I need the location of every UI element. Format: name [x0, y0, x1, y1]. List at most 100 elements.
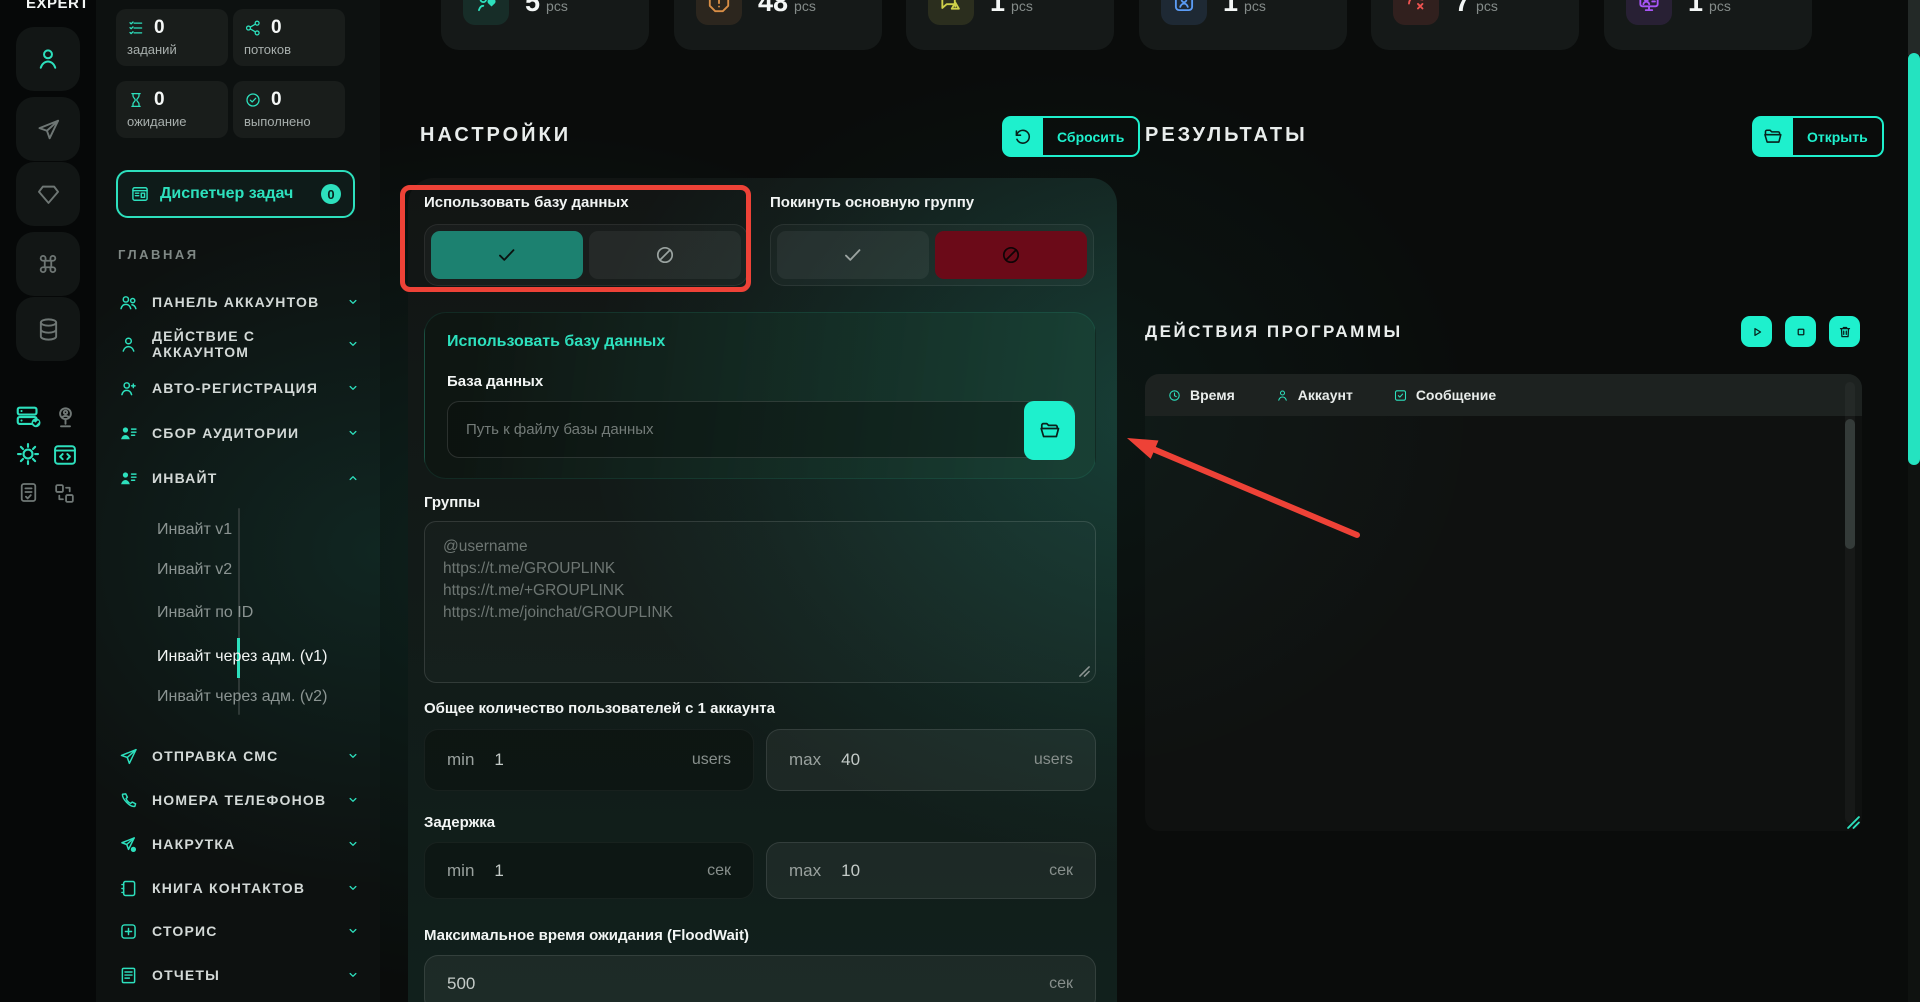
- stat-label: потоков: [244, 42, 334, 57]
- account-heart-icon: [463, 0, 509, 25]
- submenu-invite-admin-v2[interactable]: Инвайт через адм. (v2): [157, 685, 357, 709]
- page-scrollbar-track-top: [1908, 0, 1920, 55]
- sidebar-item-reports[interactable]: ОТЧЕТЫ: [118, 961, 362, 989]
- stat-card: 7pcs: [1371, 0, 1579, 50]
- page-scrollbar-thumb[interactable]: [1908, 53, 1920, 465]
- resize-grip-icon[interactable]: [1079, 666, 1090, 677]
- stat-value: 0: [271, 89, 282, 111]
- min-value: 1: [494, 861, 503, 881]
- table-resize-grip-icon[interactable]: [1847, 816, 1860, 829]
- send-sms-icon: [118, 746, 139, 767]
- sidebar-item-contact-book[interactable]: КНИГА КОНТАКТОВ: [118, 874, 362, 902]
- swap-boxes-icon[interactable]: [52, 481, 77, 506]
- max-prefix: max: [789, 861, 821, 881]
- stat-card: 1pcs: [1604, 0, 1812, 50]
- toggle-leave-group: [770, 224, 1094, 286]
- sidebar-item-audience[interactable]: СБОР АУДИТОРИИ: [118, 419, 362, 447]
- server-check-icon[interactable]: [14, 402, 44, 432]
- users-min-input[interactable]: min 1 users: [424, 729, 754, 791]
- log-scrollbar-thumb[interactable]: [1845, 419, 1855, 549]
- icon-rail: EXPERT: [0, 0, 96, 1002]
- database-path-input[interactable]: Путь к файлу базы данных: [447, 401, 1075, 458]
- accounts-panel-icon: [118, 292, 139, 313]
- code-window-icon[interactable]: [51, 441, 79, 469]
- min-prefix: min: [447, 750, 474, 770]
- toggle-leave-no-button[interactable]: [935, 231, 1087, 279]
- rail-premium-button[interactable]: [16, 162, 80, 226]
- delay-max-input[interactable]: max 10 сек: [766, 842, 1096, 899]
- sidebar-item-stories[interactable]: СТОРИС: [118, 917, 362, 945]
- stop-button[interactable]: [1785, 316, 1816, 347]
- auto-registration-icon: [118, 378, 139, 399]
- waiting-hourglass-icon: [127, 91, 145, 109]
- column-time[interactable]: Время: [1167, 387, 1235, 403]
- database-field-label: База данных: [447, 373, 543, 390]
- app-window: EXPERT: [0, 0, 1920, 1002]
- submenu-invite-by-id[interactable]: Инвайт по ID: [157, 601, 357, 625]
- sidebar-item-phone-numbers[interactable]: НОМЕРА ТЕЛЕФОНОВ: [118, 786, 362, 814]
- groups-textarea[interactable]: @username https://t.me/GROUPLINK https:/…: [424, 521, 1096, 683]
- browse-file-button[interactable]: [1024, 401, 1075, 460]
- sidebar-item-send-sms[interactable]: ОТПРАВКА СМС: [118, 742, 362, 770]
- annotation-red-rectangle: [400, 185, 751, 292]
- sidebar-item-boost[interactable]: НАКРУТКА: [118, 830, 362, 858]
- column-label: Сообщение: [1416, 387, 1496, 403]
- unit-suffix: сек: [707, 862, 731, 880]
- toggle-leave-yes-button[interactable]: [777, 231, 929, 279]
- unit-suffix: users: [692, 751, 731, 769]
- sidebar-item-label: ОТПРАВКА СМС: [152, 748, 278, 764]
- floodwait-label: Максимальное время ожидания (FloodWait): [424, 927, 749, 944]
- task-manager-button[interactable]: Диспетчер задач 0: [116, 170, 355, 218]
- stories-icon: [118, 921, 139, 942]
- stat-card-unit: pcs: [1709, 0, 1731, 14]
- groups-placeholder-line: https://t.me/+GROUPLINK: [443, 580, 1077, 602]
- chevron-down-icon: [344, 791, 362, 809]
- threads-share-icon: [244, 19, 262, 37]
- frozen-account-icon: [1161, 0, 1207, 25]
- open-results-button[interactable]: Открыть: [1752, 116, 1884, 157]
- stat-card: 48pcs: [674, 0, 882, 50]
- stat-label: выполнено: [244, 114, 334, 129]
- rail-database-button[interactable]: [16, 297, 80, 361]
- stat-waiting: 0 ожидание: [116, 81, 228, 138]
- rail-command-button[interactable]: [16, 232, 80, 296]
- document-check-icon[interactable]: [16, 480, 41, 505]
- floodwait-input[interactable]: 500 сек: [424, 955, 1096, 1002]
- sidebar-item-label: ДЕЙСТВИЕ С АККАУНТОМ: [152, 328, 331, 360]
- rail-send-button[interactable]: [16, 97, 80, 161]
- trash-icon: [1836, 323, 1854, 341]
- folder-open-icon: [1752, 116, 1793, 157]
- submenu-invite-v1[interactable]: Инвайт v1: [157, 518, 357, 542]
- sidebar-item-label: НОМЕРА ТЕЛЕФОНОВ: [152, 792, 326, 808]
- groups-placeholder-line: https://t.me/GROUPLINK: [443, 558, 1077, 580]
- column-account[interactable]: Аккаунт: [1275, 387, 1353, 403]
- column-message[interactable]: Сообщение: [1393, 387, 1496, 403]
- sidebar-item-account-action[interactable]: ДЕЙСТВИЕ С АККАУНТОМ: [118, 330, 362, 358]
- reset-button[interactable]: Сбросить: [1002, 116, 1140, 157]
- invite-icon: [118, 468, 139, 489]
- sidebar-item-auto-registration[interactable]: АВТО-РЕГИСТРАЦИЯ: [118, 374, 362, 402]
- brand-logo: EXPERT: [26, 0, 89, 12]
- database-path-placeholder: Путь к файлу базы данных: [448, 421, 654, 438]
- stat-tasks: 0 заданий: [116, 9, 228, 66]
- unit-suffix: users: [1034, 751, 1073, 769]
- clear-log-button[interactable]: [1829, 316, 1860, 347]
- start-button[interactable]: [1741, 316, 1772, 347]
- account-station-icon[interactable]: [52, 404, 79, 431]
- folder-open-icon: [1038, 419, 1062, 443]
- stat-label: ожидание: [127, 114, 217, 129]
- gear-icon[interactable]: [13, 439, 43, 469]
- reports-icon: [118, 965, 139, 986]
- chevron-down-icon: [344, 293, 362, 311]
- sidebar-item-invite[interactable]: ИНВАЙТ: [118, 464, 362, 492]
- check-icon: [840, 242, 866, 268]
- play-icon: [1748, 323, 1766, 341]
- submenu-invite-admin-v1[interactable]: Инвайт через адм. (v1): [157, 645, 357, 669]
- submenu-invite-v2[interactable]: Инвайт v2: [157, 558, 357, 582]
- sidebar-item-accounts-panel[interactable]: ПАНЕЛЬ АККАУНТОВ: [118, 288, 362, 316]
- delay-min-input[interactable]: min 1 сек: [424, 842, 754, 899]
- rail-accounts-button[interactable]: [16, 27, 80, 91]
- users-max-input[interactable]: max 40 users: [766, 729, 1096, 791]
- chevron-down-icon: [344, 835, 362, 853]
- stat-card-value: 1: [1223, 0, 1238, 17]
